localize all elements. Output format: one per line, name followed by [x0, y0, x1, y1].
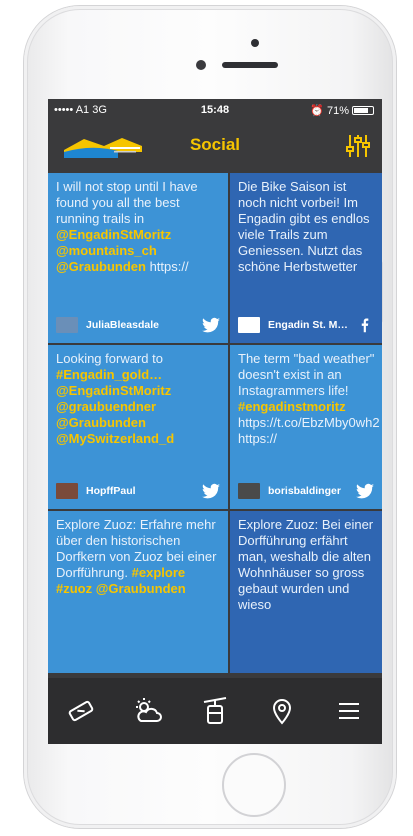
tab-weather[interactable]	[130, 693, 166, 729]
menu-icon	[338, 703, 359, 719]
post-text: The term "bad weather" doesn't exist in …	[238, 351, 380, 446]
post-author[interactable]: Engadin St. M…	[268, 319, 356, 331]
sensor	[196, 60, 206, 70]
tab-tickets[interactable]	[63, 693, 99, 729]
twitter-icon	[202, 483, 220, 499]
tab-map[interactable]	[264, 693, 300, 729]
status-bar: ••••• A1 3G 15:48 ⏰ 71%	[48, 99, 382, 121]
app-header: Social	[48, 121, 382, 171]
post-text: Explore Zuoz: Erfahre mehr über den hist…	[56, 517, 217, 596]
filter-sliders-icon[interactable]	[346, 133, 370, 159]
location-pin-icon	[272, 699, 291, 725]
facebook-icon	[361, 318, 369, 333]
post-text: Looking forward to #Engadin_gold… @Engad…	[56, 351, 175, 446]
home-button[interactable]	[222, 753, 286, 817]
tab-cable-car[interactable]	[197, 693, 233, 729]
post-card[interactable]: Explore Zuoz: Bei einer Dorfführung erfä…	[230, 511, 382, 673]
post-text: I will not stop until I have found you a…	[56, 179, 198, 274]
avatar	[56, 483, 78, 499]
battery-status: ⏰ 71%	[310, 104, 374, 117]
social-feed: I will not stop until I have found you a…	[48, 173, 382, 673]
post-footer: HopffPaul	[56, 479, 220, 503]
battery-icon	[352, 106, 374, 115]
post-card[interactable]: I will not stop until I have found you a…	[48, 173, 228, 343]
weather-icon	[136, 698, 163, 722]
avatar	[238, 317, 260, 333]
bottom-tab-bar	[48, 678, 382, 744]
post-text: Die Bike Saison ist noch nicht vorbei! I…	[238, 179, 370, 274]
post-author[interactable]: HopffPaul	[86, 485, 202, 497]
twitter-icon	[356, 483, 374, 499]
post-hashtags[interactable]: #engadinstmoritz	[238, 399, 346, 414]
battery-percent: 71%	[326, 104, 349, 117]
earpiece-speaker	[222, 62, 278, 68]
post-card[interactable]: Die Bike Saison ist noch nicht vorbei! I…	[230, 173, 382, 343]
avatar	[238, 483, 260, 499]
avatar	[56, 317, 78, 333]
post-hashtags[interactable]: #Engadin_gold… @EngadinStMoritz @graubue…	[56, 367, 174, 446]
post-author[interactable]: JuliaBleasdale	[86, 319, 202, 331]
post-text: Explore Zuoz: Bei einer Dorfführung erfä…	[238, 517, 374, 612]
post-footer: borisbaldinger	[238, 479, 374, 503]
tab-menu[interactable]	[331, 693, 367, 729]
post-card[interactable]: Looking forward to #Engadin_gold… @Engad…	[48, 345, 228, 509]
page-title: Social	[189, 135, 241, 154]
post-card[interactable]: Explore Zuoz: Erfahre mehr über den hist…	[48, 511, 228, 673]
front-camera	[251, 39, 259, 47]
post-footer: JuliaBleasdale	[56, 313, 220, 337]
app-screen: ••••• A1 3G 15:48 ⏰ 71% Social I will no…	[48, 99, 382, 744]
twitter-icon	[202, 317, 220, 333]
cable-car-icon	[203, 697, 227, 724]
alarm-icon: ⏰	[310, 105, 324, 117]
post-footer: Engadin St. M…	[238, 313, 374, 337]
ticket-icon	[69, 700, 94, 722]
post-author[interactable]: borisbaldinger	[268, 485, 356, 497]
post-card[interactable]: The term "bad weather" doesn't exist in …	[230, 345, 382, 509]
